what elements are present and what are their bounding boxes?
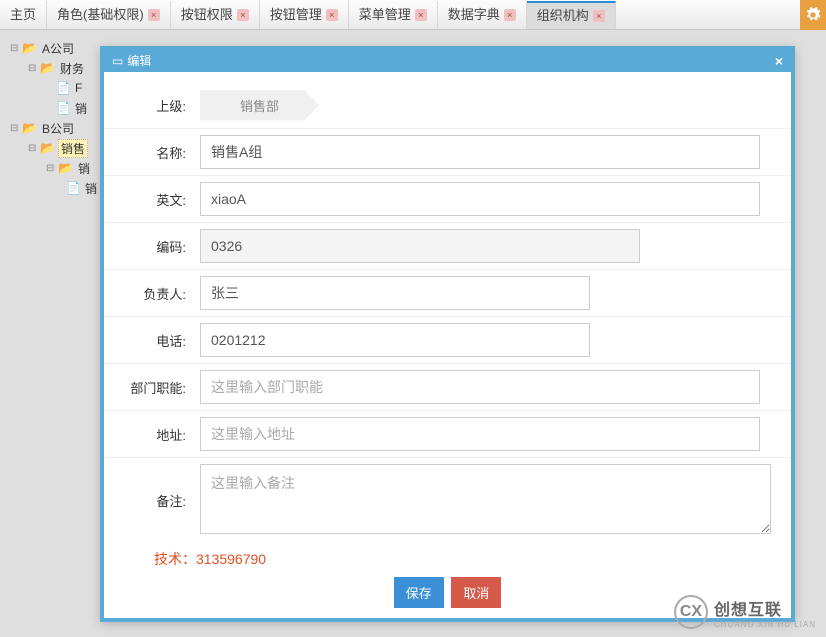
phone-label: 电话:	[104, 331, 194, 350]
english-input[interactable]	[200, 182, 760, 216]
name-label: 名称:	[104, 143, 194, 162]
collapse-icon[interactable]: ⊟	[10, 123, 20, 134]
window-icon: ▭	[112, 51, 123, 71]
logo-text: 创想互联	[714, 596, 816, 620]
dept-input[interactable]	[200, 370, 760, 404]
parent-label: 上级:	[104, 96, 194, 115]
file-icon	[66, 181, 81, 195]
close-icon[interactable]: ×	[148, 9, 160, 21]
gear-icon[interactable]	[800, 0, 826, 30]
collapse-icon[interactable]: ⊟	[46, 163, 56, 174]
logo-icon: CX	[674, 595, 708, 629]
folder-open-icon	[22, 41, 38, 55]
file-icon	[56, 101, 71, 115]
remark-label: 备注:	[104, 491, 194, 510]
code-label: 编码:	[104, 237, 194, 256]
close-icon[interactable]: ×	[593, 10, 605, 22]
tab-home[interactable]: 主页	[0, 1, 47, 29]
code-input	[200, 229, 640, 263]
tab-button-perm[interactable]: 按钮权限×	[171, 1, 260, 29]
owner-input[interactable]	[200, 276, 590, 310]
close-icon[interactable]: ×	[237, 9, 249, 21]
owner-label: 负责人:	[104, 284, 194, 303]
dept-label: 部门职能:	[104, 378, 194, 397]
logo-subtext: CHUANG XIN HU LIAN	[714, 620, 816, 629]
folder-open-icon	[22, 121, 38, 135]
tab-button-mgmt[interactable]: 按钮管理×	[260, 1, 349, 29]
address-input[interactable]	[200, 417, 760, 451]
watermark-logo: CX 创想互联 CHUANG XIN HU LIAN	[674, 595, 816, 629]
folder-open-icon	[40, 141, 56, 155]
collapse-icon[interactable]: ⊟	[10, 43, 20, 54]
tab-menu-mgmt[interactable]: 菜单管理×	[349, 1, 438, 29]
folder-open-icon	[40, 61, 56, 75]
close-icon[interactable]: ×	[326, 9, 338, 21]
english-label: 英文:	[104, 190, 194, 209]
tab-bar: 主页 角色(基础权限)× 按钮权限× 按钮管理× 菜单管理× 数据字典× 组织机…	[0, 0, 826, 30]
parent-breadcrumb[interactable]: 销售部	[200, 90, 319, 121]
tab-data-dict[interactable]: 数据字典×	[438, 1, 527, 29]
dialog-title: 编辑	[127, 51, 151, 71]
tab-role[interactable]: 角色(基础权限)×	[47, 1, 171, 29]
folder-open-icon	[58, 161, 74, 175]
close-icon[interactable]: ×	[775, 51, 783, 71]
close-icon[interactable]: ×	[504, 9, 516, 21]
tab-org[interactable]: 组织机构×	[527, 1, 616, 29]
collapse-icon[interactable]: ⊟	[28, 63, 38, 74]
dialog-body: 上级: 销售部 名称: 英文: 编码: 负责人: 电话: 部门职能	[104, 72, 791, 618]
save-button[interactable]: 保存	[394, 577, 444, 608]
cancel-button[interactable]: 取消	[451, 577, 501, 608]
remark-textarea[interactable]	[200, 464, 771, 534]
collapse-icon[interactable]: ⊟	[28, 143, 38, 154]
name-input[interactable]	[200, 135, 760, 169]
phone-input[interactable]	[200, 323, 590, 357]
close-icon[interactable]: ×	[415, 9, 427, 21]
address-label: 地址:	[104, 425, 194, 444]
dialog-header: ▭ 编辑 ×	[104, 50, 791, 72]
edit-dialog: ▭ 编辑 × 上级: 销售部 名称: 英文: 编码: 负责人:	[100, 46, 795, 622]
tech-note: 技术：313596790	[104, 549, 791, 569]
file-icon	[56, 81, 71, 95]
